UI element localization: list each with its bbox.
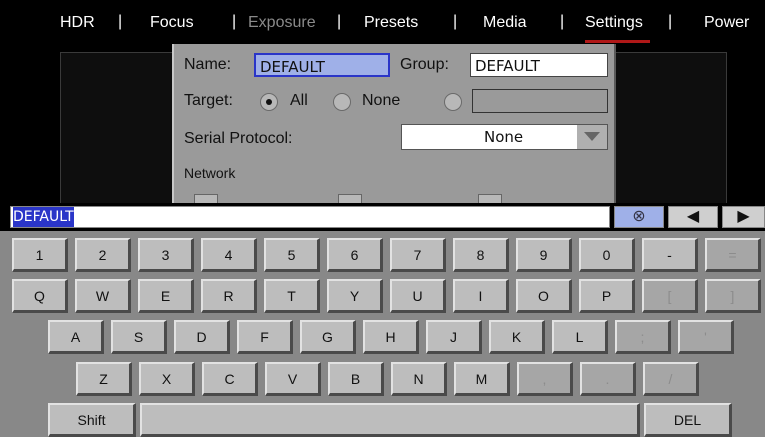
key-p[interactable]: P [579, 279, 635, 313]
menu-separator: | [560, 13, 565, 30]
key-m[interactable]: M [454, 362, 510, 396]
target-all-radio[interactable] [260, 93, 278, 111]
key-a[interactable]: A [48, 320, 104, 354]
settings-dialog: Name: DEFAULT Group: DEFAULT Target: All… [172, 44, 616, 205]
key-symbol: [ [642, 279, 698, 313]
name-field[interactable]: DEFAULT [254, 53, 390, 77]
group-field[interactable]: DEFAULT [470, 53, 608, 77]
serial-protocol-label: Serial Protocol: [184, 130, 293, 147]
key-symbol: ] [705, 279, 761, 313]
key-9[interactable]: 9 [516, 238, 572, 272]
key-c[interactable]: C [202, 362, 258, 396]
target-label: Target: [184, 92, 233, 109]
key-symbol[interactable]: - [642, 238, 698, 272]
target-none-radio[interactable] [333, 93, 351, 111]
top-menu-bar: HDR | Focus | Exposure | Presets | Media… [0, 0, 765, 44]
key-i[interactable]: I [453, 279, 509, 313]
space-key[interactable] [140, 403, 640, 437]
key-7[interactable]: 7 [390, 238, 446, 272]
key-x[interactable]: X [139, 362, 195, 396]
key-g[interactable]: G [300, 320, 356, 354]
key-0[interactable]: 0 [579, 238, 635, 272]
key-1[interactable]: 1 [12, 238, 68, 272]
menu-presets[interactable]: Presets [364, 14, 418, 32]
key-j[interactable]: J [426, 320, 482, 354]
menu-settings[interactable]: Settings [585, 14, 643, 32]
keyboard-input-row: DEFAULT ⊗ ◀ ▶ [0, 203, 765, 231]
key-q[interactable]: Q [12, 279, 68, 313]
key-h[interactable]: H [363, 320, 419, 354]
menu-power[interactable]: Power [704, 14, 749, 32]
key-y[interactable]: Y [327, 279, 383, 313]
key-r[interactable]: R [201, 279, 257, 313]
delete-key[interactable]: DEL [644, 403, 732, 437]
active-tab-underline [585, 40, 650, 43]
key-u[interactable]: U [390, 279, 446, 313]
key-v[interactable]: V [265, 362, 321, 396]
key-w[interactable]: W [75, 279, 131, 313]
key-8[interactable]: 8 [453, 238, 509, 272]
key-6[interactable]: 6 [327, 238, 383, 272]
key-s[interactable]: S [111, 320, 167, 354]
cursor-right-icon[interactable]: ▶ [722, 206, 765, 228]
on-screen-keyboard: 1 2 3 4 5 6 7 8 9 0- = Q W E R T Y U I O P[] A S D F G H J K L; ' ZX… [0, 231, 765, 437]
key-5[interactable]: 5 [264, 238, 320, 272]
keyboard-text-input[interactable]: DEFAULT [10, 206, 610, 228]
clear-icon[interactable]: ⊗ [614, 206, 664, 228]
target-all-label: All [290, 92, 308, 109]
key-n[interactable]: N [391, 362, 447, 396]
shift-key[interactable]: Shift [48, 403, 136, 437]
key-symbol: = [705, 238, 761, 272]
key-4[interactable]: 4 [201, 238, 257, 272]
target-custom-field[interactable] [472, 89, 608, 113]
menu-media[interactable]: Media [483, 14, 527, 32]
menu-separator: | [668, 13, 673, 30]
key-3[interactable]: 3 [138, 238, 194, 272]
key-b[interactable]: B [328, 362, 384, 396]
key-f[interactable]: F [237, 320, 293, 354]
key-o[interactable]: O [516, 279, 572, 313]
key-symbol: ' [678, 320, 734, 354]
serial-protocol-value: None [484, 128, 524, 146]
network-label: Network [184, 165, 236, 181]
key-symbol: , [517, 362, 573, 396]
menu-focus[interactable]: Focus [150, 14, 194, 32]
menu-separator: | [337, 13, 342, 30]
key-t[interactable]: T [264, 279, 320, 313]
key-symbol: / [643, 362, 699, 396]
menu-exposure: Exposure [248, 14, 316, 31]
menu-separator: | [453, 13, 458, 30]
key-z[interactable]: Z [76, 362, 132, 396]
target-none-label: None [362, 92, 401, 109]
key-l[interactable]: L [552, 320, 608, 354]
name-label: Name: [184, 56, 232, 73]
cursor-left-icon[interactable]: ◀ [668, 206, 718, 228]
menu-hdr[interactable]: HDR [60, 14, 95, 32]
key-d[interactable]: D [174, 320, 230, 354]
menu-separator: | [232, 13, 237, 30]
menu-separator: | [118, 13, 123, 30]
serial-protocol-select[interactable]: None [401, 124, 608, 150]
key-2[interactable]: 2 [75, 238, 131, 272]
key-k[interactable]: K [489, 320, 545, 354]
key-symbol: . [580, 362, 636, 396]
key-e[interactable]: E [138, 279, 194, 313]
group-label: Group: [400, 56, 449, 73]
chevron-down-icon[interactable] [577, 125, 607, 149]
target-custom-radio[interactable] [444, 93, 462, 111]
keyboard-text-value: DEFAULT [13, 207, 74, 227]
key-symbol: ; [615, 320, 671, 354]
